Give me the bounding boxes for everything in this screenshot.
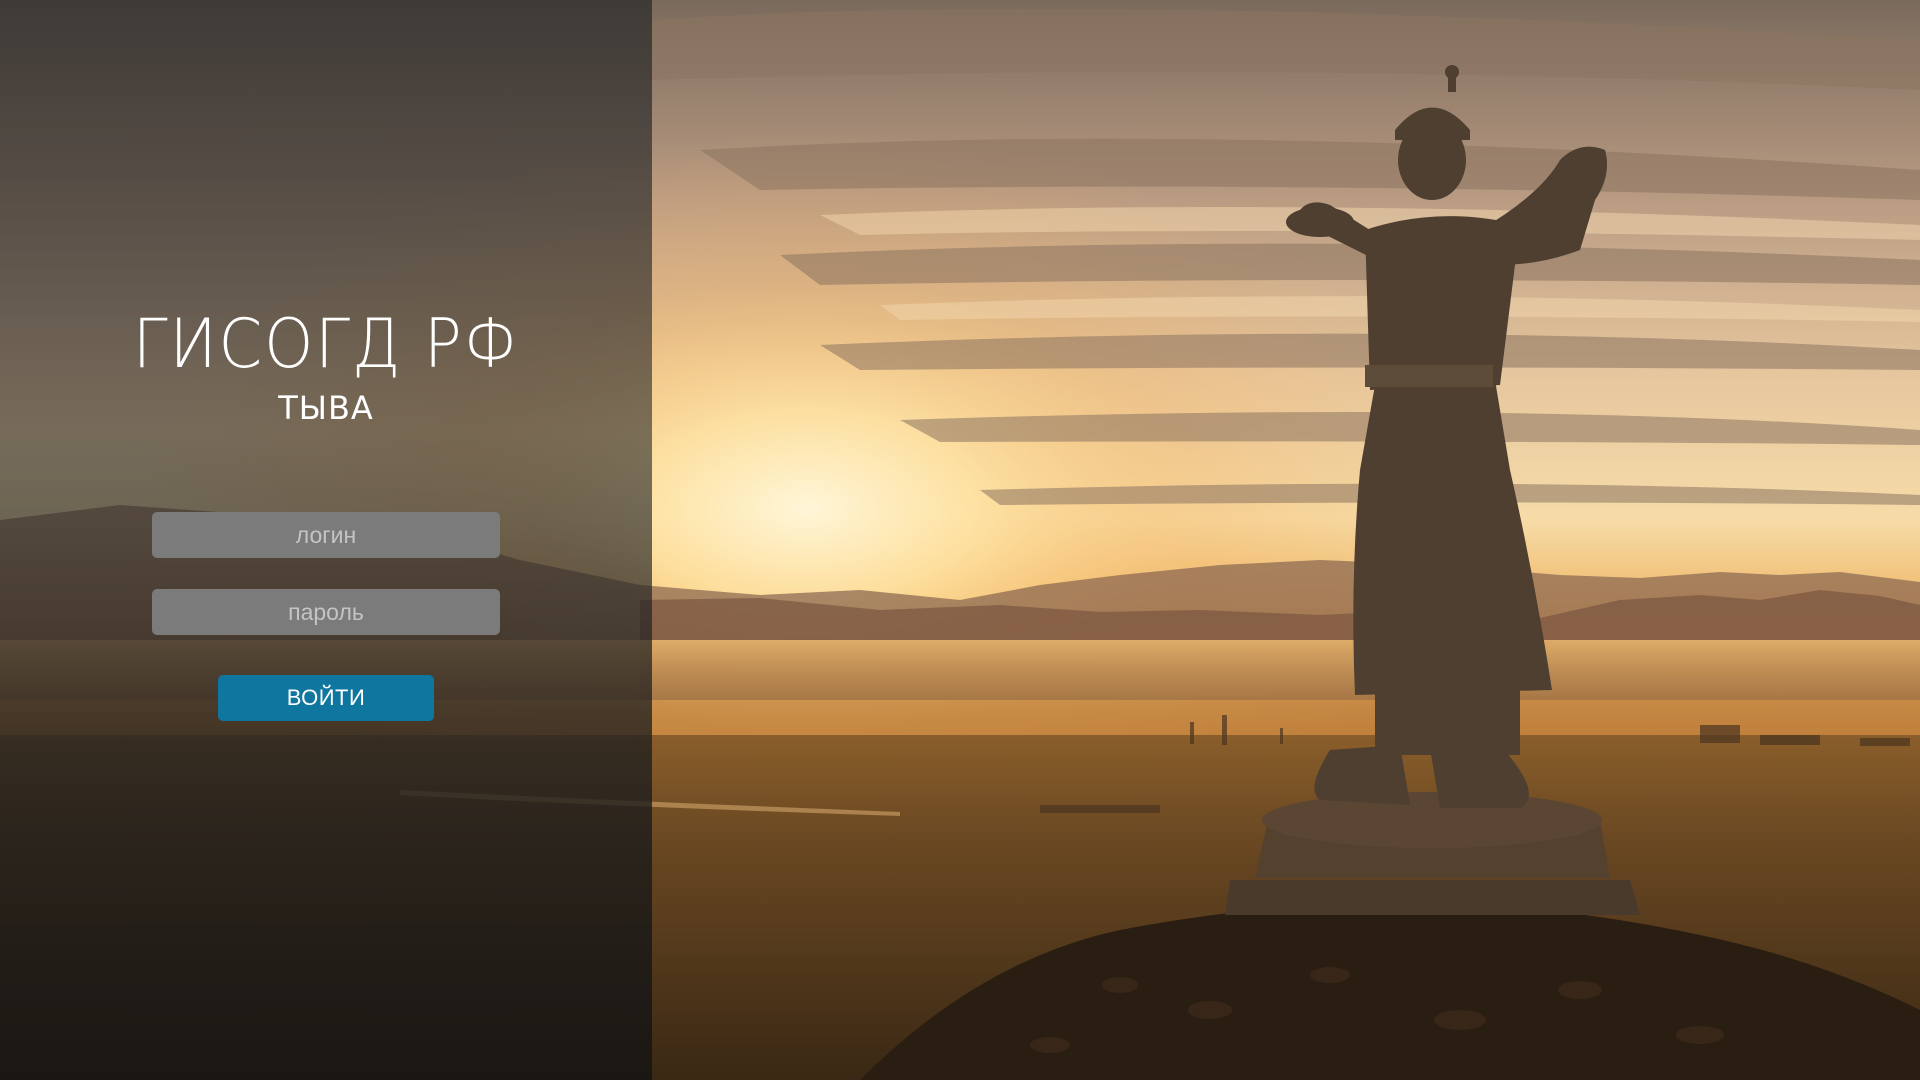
login-panel: ГИСОГД РФ ТЫВА ВОЙТИ [0,0,652,1080]
password-input[interactable] [152,589,500,635]
region-name: ТЫВА [278,389,374,427]
login-button[interactable]: ВОЙТИ [218,675,434,721]
app-title: ГИСОГД РФ [132,305,520,384]
login-input[interactable] [152,512,500,558]
